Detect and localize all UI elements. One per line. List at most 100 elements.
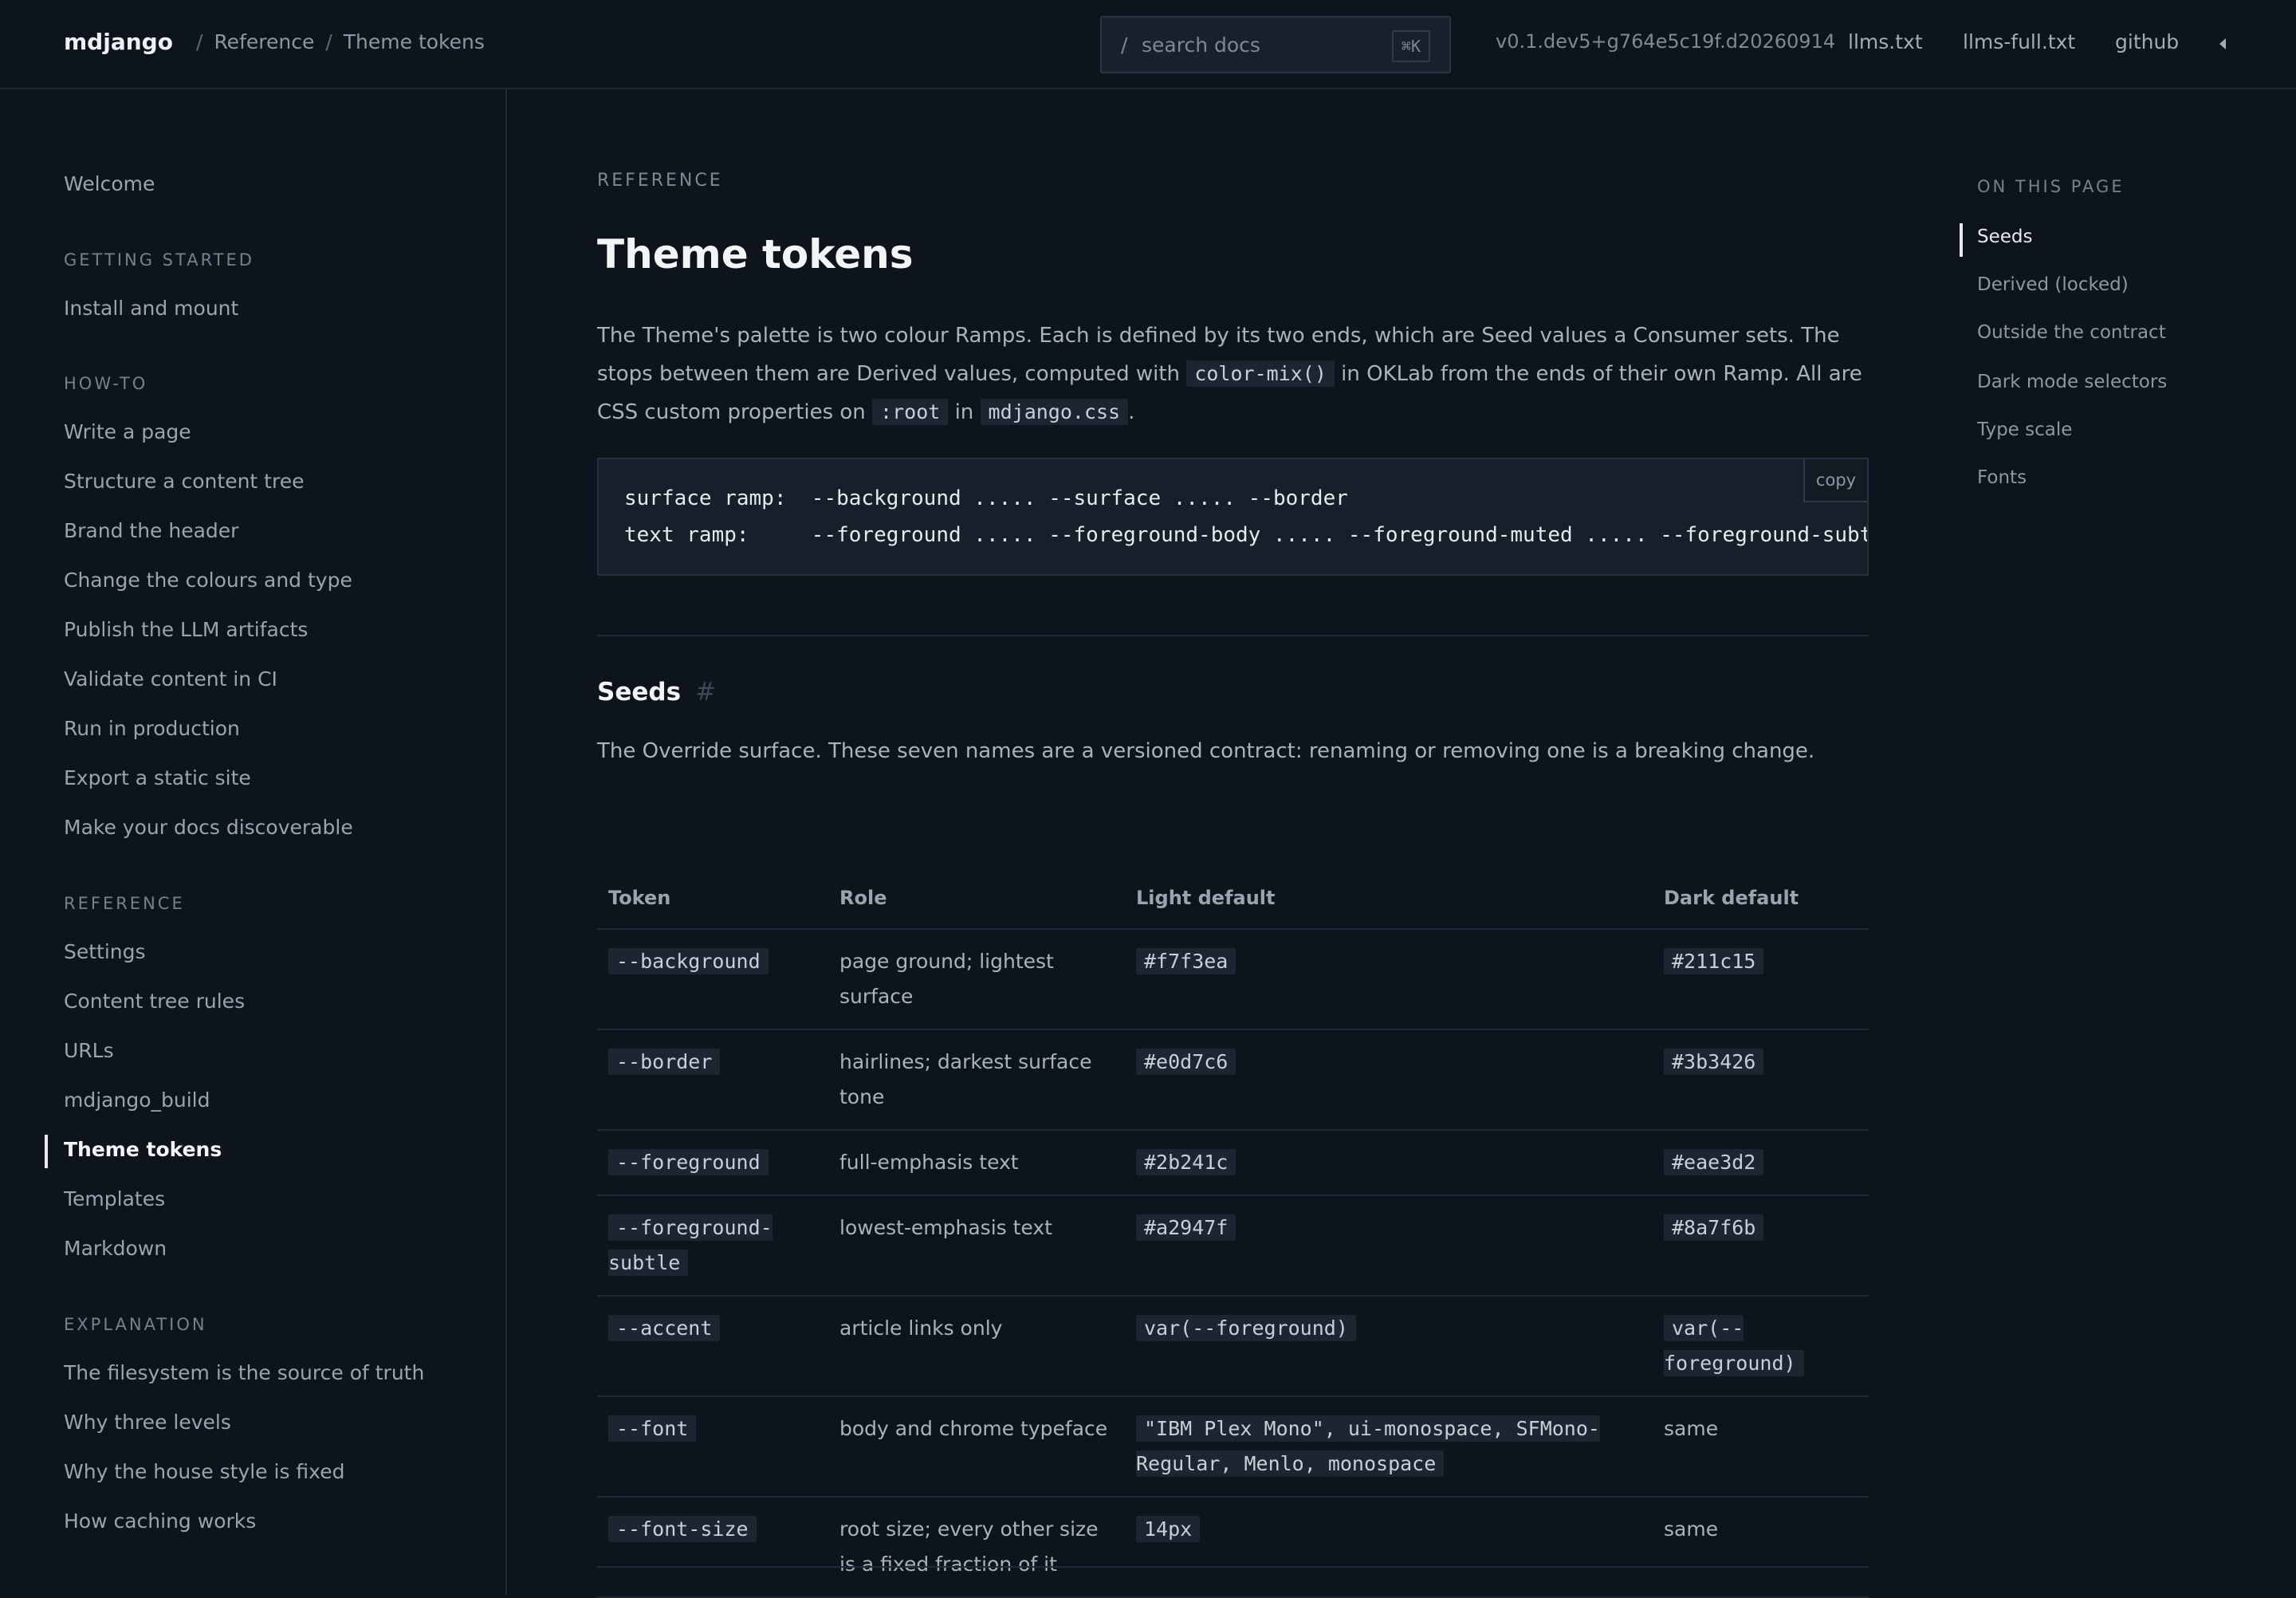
seeds-table: Token Role Light default Dark default --… xyxy=(597,879,1869,1598)
version-label: v0.1.dev5+g764e5c19f.d20260914 xyxy=(1496,30,1836,53)
sidebar-item-urls[interactable]: URLs xyxy=(64,1039,114,1062)
inline-code: color-mix() xyxy=(1186,360,1335,387)
table-row: --border hairlines; darkest surface tone… xyxy=(597,1029,1869,1131)
sidebar-nav: Welcome GETTING STARTED Install and moun… xyxy=(0,89,507,1595)
sidebar-item-validate-ci[interactable]: Validate content in CI xyxy=(64,667,277,691)
token-name: --font-size xyxy=(608,1516,757,1542)
token-name: --foreground-subtle xyxy=(608,1214,773,1276)
dark-value: var(--foreground) xyxy=(1664,1315,1804,1376)
sidebar-item-run-production[interactable]: Run in production xyxy=(64,717,240,740)
llms-full-txt-link[interactable]: llms-full.txt xyxy=(1963,30,2075,53)
breadcrumb-current: Theme tokens xyxy=(343,30,485,53)
intro-paragraph: The Theme's palette is two colour Ramps.… xyxy=(597,317,1869,431)
sidebar-item-publish-llm[interactable]: Publish the LLM artifacts xyxy=(64,618,308,641)
light-default-cell: "IBM Plex Mono", ui-monospace, SFMono-Re… xyxy=(1125,1396,1653,1498)
toc-item-seeds[interactable]: Seeds xyxy=(1977,226,2032,247)
section-heading-seeds: Seeds # xyxy=(597,678,716,707)
table-row: --foreground full-emphasis text #2b241c … xyxy=(597,1130,1869,1196)
token-cell: --foreground-subtle xyxy=(597,1195,828,1297)
light-value: "IBM Plex Mono", ui-monospace, SFMono-Re… xyxy=(1136,1415,1600,1477)
light-default-cell: #2b241c xyxy=(1125,1130,1653,1196)
light-value: 14px xyxy=(1136,1516,1201,1542)
column-header-role: Role xyxy=(828,879,1125,930)
token-name: --font xyxy=(608,1415,697,1442)
table-row: --background page ground; lightest surfa… xyxy=(597,929,1869,1030)
github-link[interactable]: github xyxy=(2115,30,2179,53)
sidebar-item-filesystem-truth[interactable]: The filesystem is the source of truth xyxy=(64,1361,424,1384)
sidebar-section-getting-started: GETTING STARTED xyxy=(64,250,254,270)
toc-item-derived[interactable]: Derived (locked) xyxy=(1977,274,2129,295)
intro-text: in xyxy=(948,400,981,424)
light-value: var(--foreground) xyxy=(1136,1315,1356,1341)
sidebar-item-markdown[interactable]: Markdown xyxy=(64,1237,167,1260)
role-cell: root size; every other size is a fixed f… xyxy=(828,1497,1125,1598)
table-row: --font body and chrome typeface "IBM Ple… xyxy=(597,1396,1869,1498)
seeds-description: The Override surface. These seven names … xyxy=(597,739,1815,763)
section-eyebrow: REFERENCE xyxy=(597,171,723,191)
table-row: --foreground-subtle lowest-emphasis text… xyxy=(597,1195,1869,1297)
brand-logo[interactable]: mdjango xyxy=(64,29,173,55)
sidebar-active-indicator xyxy=(45,1135,48,1168)
top-bar: mdjango / Reference / Theme tokens / sea… xyxy=(0,0,2296,89)
light-default-cell: #f7f3ea xyxy=(1125,929,1653,1030)
column-header-light: Light default xyxy=(1125,879,1653,930)
toc-item-fonts[interactable]: Fonts xyxy=(1977,467,2027,488)
token-name: --background xyxy=(608,948,769,974)
toc-item-outside-contract[interactable]: Outside the contract xyxy=(1977,322,2166,343)
heading-anchor-link[interactable]: # xyxy=(695,678,716,707)
table-row: --accent article links only var(--foregr… xyxy=(597,1296,1869,1397)
light-default-cell: #e0d7c6 xyxy=(1125,1029,1653,1131)
inline-code: mdjango.css xyxy=(980,399,1129,425)
search-shortcut-badge: ⌘K xyxy=(1391,30,1430,62)
sidebar-item-house-style[interactable]: Why the house style is fixed xyxy=(64,1460,344,1483)
intro-text: . xyxy=(1128,400,1135,424)
dark-value: #eae3d2 xyxy=(1664,1149,1764,1175)
light-value: #e0d7c6 xyxy=(1136,1049,1236,1075)
sidebar-item-welcome[interactable]: Welcome xyxy=(64,172,155,195)
breadcrumb-reference[interactable]: Reference xyxy=(214,30,314,53)
light-default-cell: 14px xyxy=(1125,1497,1653,1598)
search-input[interactable]: / search docs ⌘K xyxy=(1100,16,1451,73)
sidebar-item-structure-content-tree[interactable]: Structure a content tree xyxy=(64,470,304,493)
sidebar-item-settings[interactable]: Settings xyxy=(64,940,146,963)
code-line: text ramp: --foreground ..... --foregrou… xyxy=(624,523,1869,547)
light-default-cell: #a2947f xyxy=(1125,1195,1653,1297)
toc-active-indicator xyxy=(1960,223,1963,257)
sidebar-item-three-levels[interactable]: Why three levels xyxy=(64,1411,231,1434)
dark-default-cell: #211c15 xyxy=(1653,929,1869,1030)
copy-button[interactable]: copy xyxy=(1803,459,1867,502)
half-moon-icon[interactable] xyxy=(2219,38,2226,49)
token-cell: --border xyxy=(597,1029,828,1131)
breadcrumb: / Reference / Theme tokens xyxy=(196,30,485,53)
toc-item-type-scale[interactable]: Type scale xyxy=(1977,419,2072,440)
inline-code: :root xyxy=(872,399,949,425)
dark-default-cell: #eae3d2 xyxy=(1653,1130,1869,1196)
toc-item-dark-mode[interactable]: Dark mode selectors xyxy=(1977,372,2167,392)
token-name: --border xyxy=(608,1049,721,1075)
breadcrumb-separator: / xyxy=(325,30,332,53)
llms-txt-link[interactable]: llms.txt xyxy=(1848,30,1923,53)
sidebar-item-theme-tokens[interactable]: Theme tokens xyxy=(64,1138,222,1161)
sidebar-item-content-tree-rules[interactable]: Content tree rules xyxy=(64,990,245,1013)
breadcrumb-separator: / xyxy=(196,30,203,53)
sidebar-item-colours-and-type[interactable]: Change the colours and type xyxy=(64,569,352,592)
sidebar-item-templates[interactable]: Templates xyxy=(64,1187,165,1210)
sidebar-item-export-static[interactable]: Export a static site xyxy=(64,766,251,789)
sidebar-item-install-and-mount[interactable]: Install and mount xyxy=(64,297,238,320)
sidebar-item-mdjango-build[interactable]: mdjango_build xyxy=(64,1088,210,1112)
sidebar-section-reference: REFERENCE xyxy=(64,894,185,913)
token-cell: --background xyxy=(597,929,828,1030)
sidebar-section-explanation: EXPLANATION xyxy=(64,1315,207,1334)
sidebar-item-write-a-page[interactable]: Write a page xyxy=(64,420,191,443)
sidebar-item-discoverable[interactable]: Make your docs discoverable xyxy=(64,816,353,839)
token-cell: --font xyxy=(597,1396,828,1498)
sidebar-section-how-to: HOW-TO xyxy=(64,374,148,393)
light-default-cell: var(--foreground) xyxy=(1125,1296,1653,1397)
sidebar-item-caching[interactable]: How caching works xyxy=(64,1509,256,1533)
divider xyxy=(597,1566,1869,1568)
sidebar-item-brand-header[interactable]: Brand the header xyxy=(64,519,238,542)
table-row: --font-size root size; every other size … xyxy=(597,1497,1869,1598)
role-cell: page ground; lightest surface xyxy=(828,929,1125,1030)
dark-default-cell: same xyxy=(1653,1396,1869,1498)
token-cell: --accent xyxy=(597,1296,828,1397)
